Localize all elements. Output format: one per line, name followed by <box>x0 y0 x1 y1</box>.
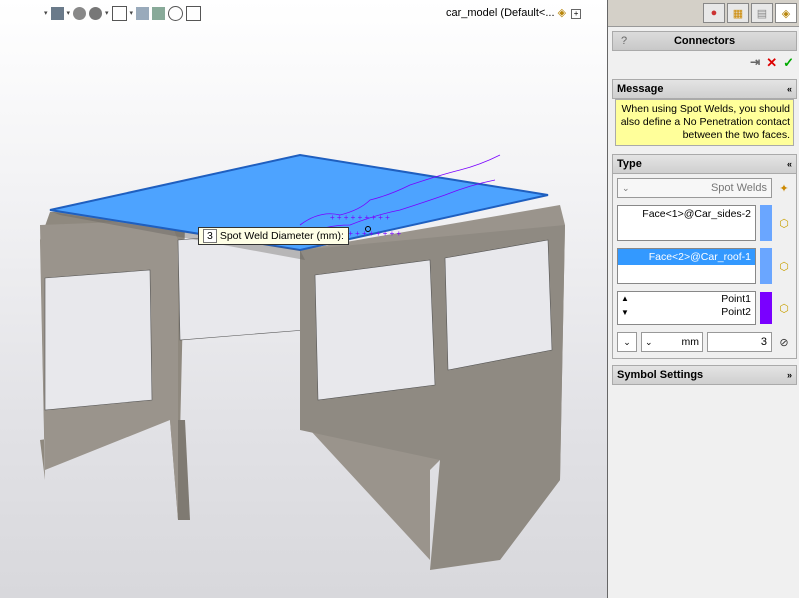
zoom-area-icon[interactable] <box>168 5 184 21</box>
collapse-icon[interactable]: « <box>787 159 792 169</box>
property-manager-icon: ▤ <box>756 7 768 20</box>
list-item[interactable]: Point2 <box>636 306 751 319</box>
connectors-title: ? Connectors <box>612 31 797 51</box>
property-manager-panel: ● ▦ ▤ ◈ ? Connectors ⇥ ✕ ✓ Message « Whe… <box>607 0 799 598</box>
list-item[interactable]: Point1 <box>636 293 751 306</box>
graphics-viewport[interactable]: + + + + + + + + + + + + + + + + + + + + … <box>0 0 607 598</box>
hide-show-icon[interactable] <box>73 6 87 20</box>
expand-icon[interactable]: + <box>571 9 582 19</box>
points-list[interactable]: ▲ ▼ Point1 Point2 <box>617 291 756 325</box>
diameter-spinner[interactable]: ⌄ <box>617 332 637 352</box>
face1-selection-box[interactable]: Face<1>@Car_sides-2 <box>617 205 756 241</box>
points-color-bar <box>760 292 772 324</box>
type-body: ⌄ Spot Welds ✦ Face<1>@Car_sides-2 ⬡ Fac… <box>612 174 797 359</box>
diameter-icon: ⊘ <box>779 336 789 349</box>
cancel-button[interactable]: ✕ <box>766 55 777 71</box>
ok-button[interactable]: ✓ <box>783 55 794 71</box>
diameter-input[interactable]: 3 <box>707 332 772 352</box>
message-section: Message « When using Spot Welds, you sho… <box>612 79 797 146</box>
face1-item[interactable]: Face<1>@Car_sides-2 <box>618 206 755 222</box>
previous-view-icon[interactable] <box>152 6 166 20</box>
chevron-down-icon: ⌄ <box>645 336 653 347</box>
point-select-icon: ⬡ <box>779 302 789 315</box>
section-view-icon[interactable] <box>136 6 150 20</box>
document-title[interactable]: car_model (Default<... ◈ + <box>446 6 582 19</box>
view-toolbar: ▾ ▾ ▾ ▾ <box>44 4 202 22</box>
list-scrollbar[interactable]: ▲ ▼ <box>618 292 632 320</box>
message-text: When using Spot Welds, you should also d… <box>615 99 794 146</box>
appearance-icon[interactable] <box>89 6 103 20</box>
face2-selection-box[interactable]: Face<2>@Car_roof-1 <box>617 248 756 284</box>
tab-display-manager[interactable]: ● <box>703 3 725 23</box>
diameter-tooltip-value[interactable]: 3 <box>203 229 217 243</box>
face2-item[interactable]: Face<2>@Car_roof-1 <box>618 249 755 265</box>
car-model-graphic: + + + + + + + + + + + + + + + + + + + + … <box>40 153 565 570</box>
view-orientation-icon[interactable] <box>111 5 127 21</box>
diameter-tooltip-label: Spot Weld Diameter (mm): <box>219 230 344 242</box>
display-manager-icon: ● <box>710 7 718 19</box>
type-section: Type « ⌄ Spot Welds ✦ Face<1>@Car_sides-… <box>612 154 797 359</box>
display-style-icon[interactable] <box>50 6 64 20</box>
zoom-fit-icon[interactable] <box>186 5 202 21</box>
svg-text:+ + + + + + + + +: + + + + + + + + + <box>330 213 390 222</box>
action-buttons: ⇥ ✕ ✓ <box>608 51 799 75</box>
dropdown-arrow-icon[interactable]: ▾ <box>44 9 48 17</box>
chevron-down-icon: ⌄ <box>622 182 630 193</box>
dropdown-arrow-icon[interactable]: ▾ <box>130 9 134 17</box>
connector-type-select[interactable]: ⌄ Spot Welds <box>617 178 772 198</box>
face-select-icon: ⬡ <box>779 260 789 273</box>
feature-manager-icon: ◈ <box>781 7 791 20</box>
scroll-down-icon[interactable]: ▼ <box>621 306 629 320</box>
spot-weld-diameter-tooltip[interactable]: 3 Spot Weld Diameter (mm): <box>198 227 349 245</box>
spot-weld-icon: ✦ <box>779 182 789 195</box>
scroll-up-icon[interactable]: ▲ <box>621 292 629 306</box>
face-select-icon: ⬡ <box>779 217 789 230</box>
face2-color-bar <box>760 248 772 284</box>
pin-button[interactable]: ⇥ <box>750 55 760 71</box>
tab-config-manager[interactable]: ▦ <box>727 3 749 23</box>
face1-color-bar <box>760 205 772 241</box>
part-icon: ◈ <box>557 7 567 19</box>
tab-feature-manager[interactable]: ◈ <box>775 3 797 23</box>
symbol-settings-header[interactable]: Symbol Settings » <box>612 365 797 385</box>
dropdown-arrow-icon[interactable]: ▾ <box>105 9 109 17</box>
panel-title: Connectors <box>673 35 736 47</box>
type-header[interactable]: Type « <box>612 154 797 174</box>
collapse-icon[interactable]: « <box>787 84 792 94</box>
expand-icon[interactable]: » <box>787 370 792 380</box>
tab-property-manager[interactable]: ▤ <box>751 3 773 23</box>
dropdown-arrow-icon[interactable]: ▾ <box>67 9 71 17</box>
unit-select[interactable]: ⌄ mm <box>641 332 703 352</box>
help-icon[interactable]: ? <box>621 35 627 47</box>
config-manager-icon: ▦ <box>732 7 744 20</box>
manager-tabs: ● ▦ ▤ ◈ <box>608 0 799 27</box>
symbol-section: Symbol Settings » <box>612 365 797 385</box>
message-header[interactable]: Message « <box>612 79 797 99</box>
